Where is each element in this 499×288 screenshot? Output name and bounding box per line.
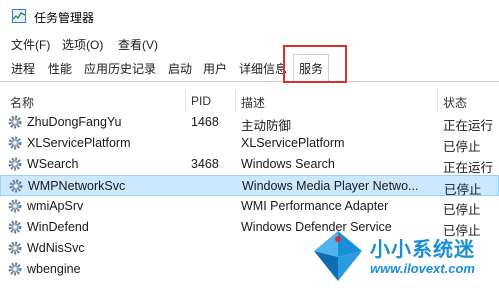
tab-users[interactable]: 用户 — [198, 59, 232, 80]
gear-icon — [8, 199, 22, 213]
tab-services[interactable]: 服务 — [293, 54, 330, 82]
watermark-title: 小小系统迷 — [370, 239, 475, 261]
tab-details[interactable]: 详细信息 — [234, 59, 292, 80]
menu-options[interactable]: 选项(O) — [62, 36, 103, 53]
service-pid: 3468 — [191, 157, 219, 171]
column-header-status[interactable]: 状态 — [443, 94, 467, 111]
service-name: XLServicePlatform — [27, 136, 131, 150]
column-divider[interactable] — [437, 90, 438, 112]
menu-file[interactable]: 文件(F) — [11, 36, 50, 53]
column-header-pid[interactable]: PID — [191, 94, 211, 108]
window-title: 任务管理器 — [34, 11, 95, 25]
tab-performance[interactable]: 性能 — [43, 59, 77, 80]
tab-processes[interactable]: 进程 — [6, 59, 40, 80]
service-name: WMPNetworkSvc — [28, 179, 126, 193]
table-row[interactable]: ZhuDongFangYu 1468 主动防御 正在运行 — [0, 112, 499, 133]
service-description: WMI Performance Adapter — [241, 199, 389, 213]
task-manager-icon — [12, 9, 26, 23]
gear-icon — [8, 262, 22, 276]
table-row[interactable]: WSearch 3468 Windows Search 正在运行 — [0, 154, 499, 175]
service-status: 已停止 — [443, 140, 481, 154]
service-name: WdNisSvc — [27, 241, 85, 255]
gear-icon — [8, 241, 22, 255]
service-description: Windows Search — [241, 157, 335, 171]
column-header-name[interactable]: 名称 — [10, 94, 34, 111]
gear-icon — [8, 220, 22, 234]
gear-icon — [8, 136, 22, 150]
title-bar: 任务管理器 — [0, 0, 499, 32]
table-header: 名称 PID 描述 状态 — [0, 90, 499, 112]
site-watermark: 小小系统迷 www.ilovext.com — [310, 225, 499, 288]
tab-app-history[interactable]: 应用历史记录 — [79, 59, 161, 80]
menu-bar: 文件(F) 选项(O) 查看(V) — [0, 34, 499, 54]
column-divider[interactable] — [235, 90, 236, 112]
service-name: wmiApSrv — [27, 199, 84, 213]
service-description: XLServicePlatform — [241, 136, 345, 150]
service-description: Windows Media Player Netwo... — [242, 179, 419, 193]
menu-view[interactable]: 查看(V) — [118, 36, 158, 53]
gear-icon — [9, 179, 23, 193]
watermark-url: www.ilovext.com — [370, 261, 475, 276]
gear-icon — [8, 115, 22, 129]
service-status: 正在运行 — [443, 161, 494, 175]
watermark-logo-icon — [314, 231, 362, 281]
service-name: WinDefend — [27, 220, 89, 234]
gear-icon — [8, 157, 22, 171]
table-row[interactable]: XLServicePlatform XLServicePlatform 已停止 — [0, 133, 499, 154]
service-name: ZhuDongFangYu — [27, 115, 122, 129]
tab-startup[interactable]: 启动 — [163, 59, 197, 80]
service-pid: 1468 — [191, 115, 219, 129]
service-name: wbengine — [27, 262, 81, 276]
table-row[interactable]: WMPNetworkSvc Windows Media Player Netwo.… — [0, 175, 499, 197]
tab-bar: 进程 性能 应用历史记录 启动 用户 详细信息 服务 — [0, 54, 499, 82]
service-name: WSearch — [27, 157, 79, 171]
service-description: 主动防御 — [241, 119, 292, 133]
service-status: 已停止 — [443, 203, 481, 217]
column-divider[interactable] — [185, 90, 186, 112]
service-status: 正在运行 — [443, 119, 494, 133]
table-row[interactable]: wmiApSrv WMI Performance Adapter 已停止 — [0, 196, 499, 217]
column-header-description[interactable]: 描述 — [241, 94, 265, 111]
